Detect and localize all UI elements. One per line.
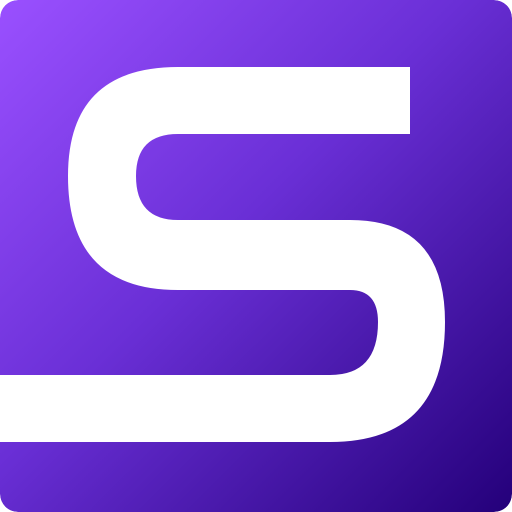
s-logo-icon	[0, 0, 512, 512]
app-icon	[0, 0, 512, 512]
